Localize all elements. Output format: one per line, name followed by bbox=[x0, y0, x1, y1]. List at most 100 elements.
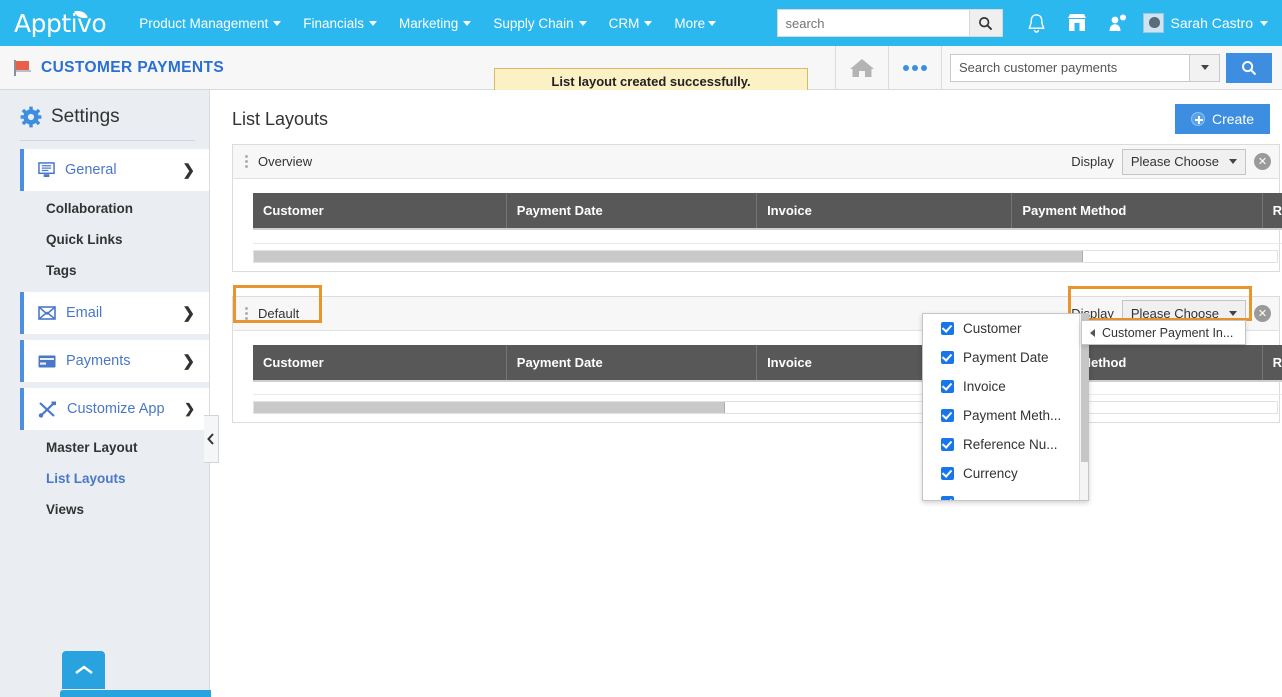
checkbox-icon[interactable] bbox=[941, 467, 954, 480]
avatar bbox=[1142, 13, 1164, 33]
column-header-customer[interactable]: Customer bbox=[253, 344, 507, 382]
tools-icon bbox=[38, 401, 56, 418]
column-header-customer[interactable]: Customer bbox=[253, 193, 507, 230]
sidebar-item-payments[interactable]: Payments ❯ bbox=[20, 340, 209, 382]
chevron-down-icon bbox=[1260, 20, 1268, 26]
apptivo-logo[interactable]: Apptivo bbox=[14, 8, 107, 38]
remove-panel-button[interactable]: ✕ bbox=[1254, 153, 1271, 170]
nav-label: More bbox=[674, 15, 706, 31]
people-button[interactable] bbox=[1097, 0, 1137, 46]
checkbox-icon[interactable] bbox=[941, 438, 954, 451]
sidebar-item-tags[interactable]: Tags bbox=[0, 255, 209, 286]
column-header-reference-number[interactable]: Reference Number bbox=[1262, 344, 1282, 382]
horizontal-scrollbar-overview[interactable] bbox=[253, 249, 1278, 263]
column-header-invoice[interactable]: Invoice bbox=[756, 193, 1013, 230]
app-search-dropdown-button[interactable] bbox=[1190, 53, 1220, 82]
nav-menu-more[interactable]: More bbox=[663, 0, 727, 46]
chevron-down-icon bbox=[644, 20, 653, 26]
chevron-right-icon: ❯ bbox=[182, 162, 195, 179]
sidebar-item-label: Customize App bbox=[67, 401, 165, 417]
app-search-input[interactable]: Search customer payments bbox=[950, 53, 1190, 82]
checkbox-icon[interactable] bbox=[941, 496, 954, 500]
layout-columns-table: Customer Payment Date Invoice Payment Me… bbox=[253, 193, 1282, 244]
column-option-partial[interactable] bbox=[923, 488, 1088, 500]
panel-title: Default bbox=[258, 305, 300, 321]
nav-menu-product-management[interactable]: Product Management bbox=[128, 0, 292, 46]
column-option-reference-number[interactable]: Reference Nu... bbox=[923, 430, 1088, 459]
list-layout-panel-default: Default Display Please Choose ✕ Customer bbox=[232, 295, 1282, 423]
column-option-customer[interactable]: Customer bbox=[923, 314, 1088, 343]
chevron-up-icon bbox=[74, 665, 93, 674]
chevron-down-icon bbox=[369, 20, 378, 26]
nav-menu-crm[interactable]: CRM bbox=[598, 0, 664, 46]
chevron-down-icon bbox=[1200, 65, 1209, 70]
column-option-payment-date[interactable]: Payment Date bbox=[923, 343, 1088, 372]
more-options-button[interactable] bbox=[889, 46, 941, 90]
home-icon bbox=[850, 58, 874, 77]
remove-panel-button[interactable]: ✕ bbox=[1254, 304, 1271, 322]
table-row bbox=[253, 380, 1282, 395]
checkbox-icon[interactable] bbox=[941, 322, 954, 335]
sidebar-divider bbox=[20, 140, 195, 141]
chevron-down-icon bbox=[1229, 310, 1237, 316]
table-cell bbox=[1262, 380, 1282, 395]
sidebar-item-list-layouts[interactable]: List Layouts bbox=[0, 463, 209, 494]
scrollbar-thumb[interactable] bbox=[254, 402, 725, 413]
nav-menu-financials[interactable]: Financials bbox=[292, 0, 388, 46]
chevron-right-icon: ❯ bbox=[182, 305, 195, 322]
store-icon bbox=[1067, 14, 1086, 31]
column-option-label: Currency bbox=[963, 466, 1018, 481]
sidebar-item-customize-app[interactable]: Customize App ❯ bbox=[20, 388, 209, 430]
scroll-to-top-button[interactable] bbox=[62, 651, 105, 689]
main-content: List Layouts Create Overview Display Ple… bbox=[211, 90, 1282, 697]
column-header-reference-number[interactable]: Reference Number bbox=[1262, 193, 1282, 230]
global-search-input[interactable] bbox=[776, 9, 969, 37]
display-select-overview[interactable]: Please Choose bbox=[1121, 148, 1246, 175]
column-option-payment-method[interactable]: Payment Meth... bbox=[923, 401, 1088, 430]
table-cell bbox=[506, 229, 757, 244]
sidebar-item-views[interactable]: Views bbox=[0, 494, 209, 525]
checkbox-icon[interactable] bbox=[941, 351, 954, 364]
column-header-payment-method[interactable]: Payment Method bbox=[1011, 193, 1263, 230]
nav-menu-supply-chain[interactable]: Supply Chain bbox=[482, 0, 597, 46]
create-button[interactable]: Create bbox=[1174, 104, 1270, 134]
table-cell bbox=[253, 380, 507, 395]
nav-menu-marketing[interactable]: Marketing bbox=[388, 0, 482, 46]
horizontal-scrollbar-default[interactable] bbox=[253, 401, 1278, 414]
scrollbar-thumb[interactable] bbox=[254, 250, 1083, 262]
app-search-submit-button[interactable] bbox=[1226, 52, 1272, 83]
main-header: List Layouts Create bbox=[211, 90, 1282, 144]
table-cell bbox=[1011, 229, 1263, 244]
panel-header-controls: Display Please Choose ✕ bbox=[1071, 148, 1279, 175]
global-search-button[interactable] bbox=[968, 9, 1003, 37]
nav-label: Supply Chain bbox=[493, 15, 574, 31]
user-menu[interactable]: Sarah Castro bbox=[1142, 13, 1268, 33]
column-option-currency[interactable]: Currency bbox=[923, 459, 1088, 488]
app-toolbar-right: Search customer payments bbox=[835, 45, 1282, 90]
sidebar-item-general[interactable]: General ❯ bbox=[20, 149, 209, 191]
sidebar-item-quick-links[interactable]: Quick Links bbox=[0, 224, 209, 255]
chevron-down-icon bbox=[578, 20, 587, 26]
dot-icon bbox=[912, 64, 918, 71]
global-search bbox=[776, 9, 1003, 37]
checkbox-icon[interactable] bbox=[941, 409, 954, 422]
column-picker-submenu[interactable]: Customer Payment In... bbox=[1081, 320, 1246, 345]
sidebar-item-label: Email bbox=[66, 305, 103, 321]
logo-text: Apptivo bbox=[14, 8, 107, 38]
sidebar-item-collaboration[interactable]: Collaboration bbox=[0, 193, 209, 224]
home-button[interactable] bbox=[836, 46, 888, 90]
column-header-payment-date[interactable]: Payment Date bbox=[506, 193, 758, 230]
column-option-invoice[interactable]: Invoice bbox=[923, 372, 1088, 401]
notifications-button[interactable] bbox=[1017, 0, 1057, 46]
sidebar-item-email[interactable]: Email ❯ bbox=[20, 292, 209, 334]
sidebar-collapse-button[interactable] bbox=[204, 415, 219, 463]
drag-handle-icon[interactable] bbox=[245, 155, 248, 168]
checkbox-icon[interactable] bbox=[941, 380, 954, 393]
marketplace-button[interactable] bbox=[1057, 0, 1097, 46]
creditcard-icon bbox=[38, 355, 56, 367]
sidebar-item-master-layout[interactable]: Master Layout bbox=[0, 432, 209, 463]
sidebar-subitem-label: List Layouts bbox=[46, 471, 126, 486]
table-header-row: Customer Payment Date Invoice Payment Me… bbox=[253, 193, 1282, 230]
column-header-payment-date[interactable]: Payment Date bbox=[506, 344, 758, 382]
drag-handle-icon[interactable] bbox=[245, 306, 248, 320]
